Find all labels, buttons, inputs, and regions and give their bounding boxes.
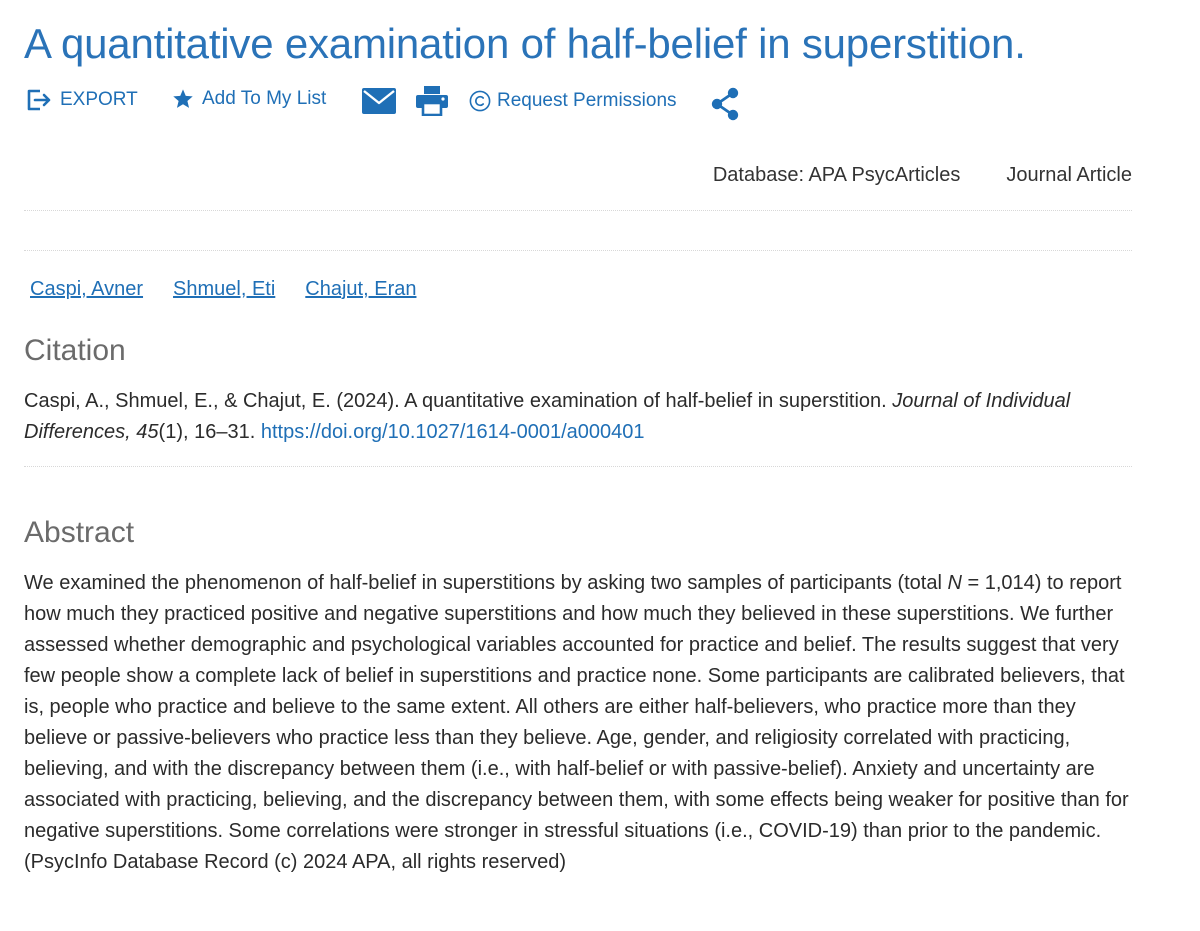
citation-heading: Citation	[24, 334, 126, 367]
email-icon	[362, 88, 396, 114]
article-title: A quantitative examination of half-belie…	[24, 20, 1026, 67]
author-link[interactable]: Shmuel, Eti	[173, 278, 275, 301]
email-button[interactable]	[362, 88, 396, 114]
divider	[24, 466, 1132, 467]
author-link[interactable]: Chajut, Eran	[305, 278, 416, 301]
request-permissions-label: Request Permissions	[497, 90, 677, 111]
divider	[24, 250, 1132, 251]
citation-volume: 45	[136, 421, 159, 443]
doi-link[interactable]: https://doi.org/10.1027/1614-0001/a00040…	[261, 421, 645, 443]
print-button[interactable]	[416, 86, 448, 116]
citation-text: Caspi, A., Shmuel, E., & Chajut, E. (202…	[24, 386, 1134, 448]
divider	[24, 210, 1132, 211]
export-label: EXPORT	[60, 89, 138, 110]
record-type-label: Journal Article	[1006, 164, 1132, 186]
author-link[interactable]: Caspi, Avner	[30, 278, 143, 301]
abstract-heading: Abstract	[24, 516, 135, 549]
abstract-text: We examined the phenomenon of half-belie…	[24, 568, 1139, 878]
star-icon	[172, 88, 194, 110]
abstract-part-1: We examined the phenomenon of half-belie…	[24, 572, 942, 594]
export-button[interactable]: EXPORT	[26, 88, 138, 112]
sample-size-symbol: N	[947, 572, 962, 594]
copyright-icon	[469, 90, 491, 112]
database-label: Database: APA PsycArticles	[712, 164, 961, 186]
citation-main: Caspi, A., Shmuel, E., & Chajut, E. (202…	[24, 390, 887, 412]
request-permissions-button[interactable]: Request Permissions	[469, 90, 677, 112]
author-list: Caspi, Avner Shmuel, Eti Chajut, Eran	[30, 278, 446, 301]
add-to-list-label: Add To My List	[202, 88, 327, 109]
export-icon	[26, 88, 52, 112]
share-icon	[710, 87, 740, 121]
print-icon	[416, 86, 448, 116]
abstract-part-2: = 1,014) to report how much they practic…	[24, 572, 1129, 873]
share-button[interactable]	[710, 87, 740, 121]
add-to-list-button[interactable]: Add To My List	[172, 88, 326, 110]
citation-issue-pages: (1), 16–31.	[158, 421, 256, 443]
record-meta: Database: APA PsycArticles Journal Artic…	[713, 164, 1132, 187]
action-toolbar: EXPORT Add To My List Request Permission…	[26, 86, 1176, 126]
